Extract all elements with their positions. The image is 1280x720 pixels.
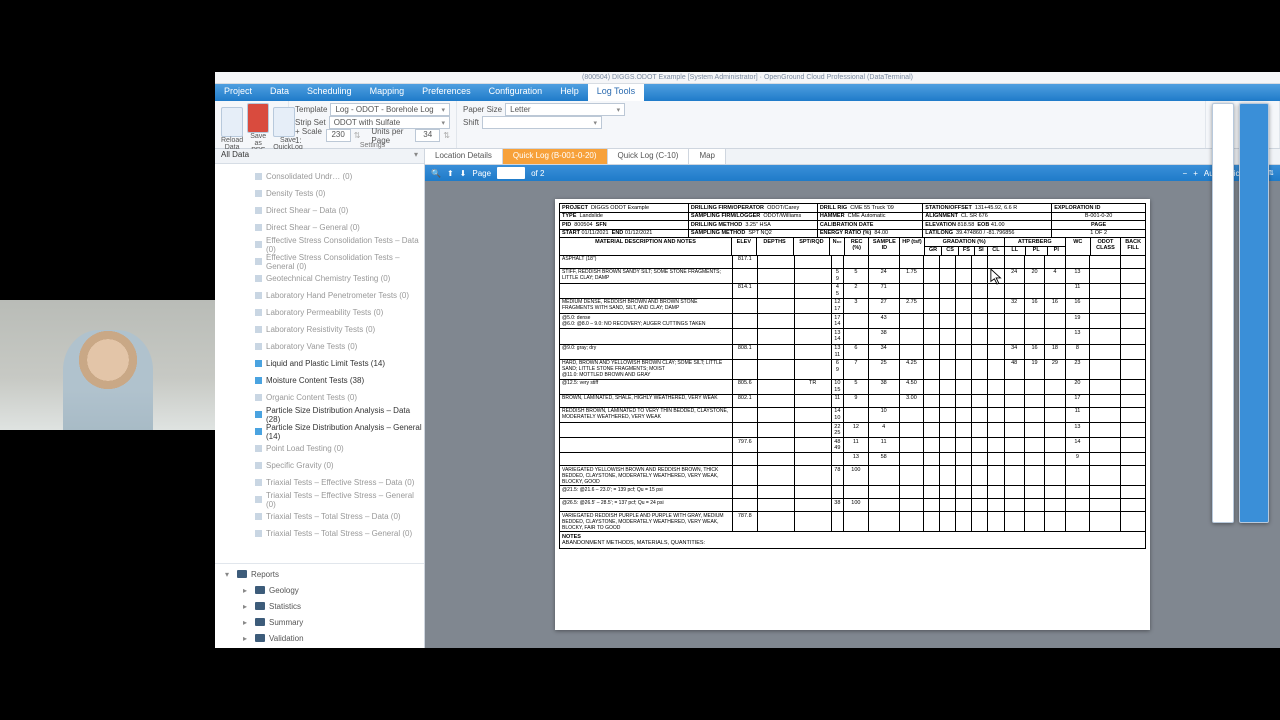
data-row: @5.0: dense@6.0: @8.0 – 9.0: NO RECOVERY… — [560, 314, 1146, 329]
search-icon[interactable]: 🔍 — [431, 169, 441, 178]
document-tabs: Location DetailsQuick Log (B-001-0-20)Qu… — [425, 149, 1280, 165]
zoom-out-icon[interactable]: − — [1183, 169, 1188, 178]
menu-project[interactable]: Project — [215, 84, 261, 101]
ribbon: Reload Data Save as PDF Save QuickLog Ac… — [215, 101, 1280, 149]
data-row: @21.5: @21.6 – 23.0'; = 139 pcf; Qu = 15… — [560, 486, 1146, 499]
page-of: of 2 — [531, 169, 544, 178]
menu-data[interactable]: Data — [261, 84, 298, 101]
shift-label: Shift — [463, 118, 479, 127]
menu-configuration[interactable]: Configuration — [480, 84, 552, 101]
tree-item[interactable]: Particle Size Distribution Analysis – Ge… — [255, 423, 424, 440]
left-panel-header: All Data — [221, 150, 249, 162]
notes-body: ABANDONMENT METHODS, MATERIALS, QUANTITI… — [562, 540, 1143, 546]
tree-item[interactable]: Triaxial Tests – Total Stress – Data (0) — [255, 508, 424, 525]
tab[interactable]: Quick Log (B-001-0-20) — [503, 149, 608, 164]
window-title: (800504) DIGGS.ODOT Example [System Admi… — [215, 72, 1280, 84]
log-page: PROJECT DIGGS ODOT Example DRILLING FIRM… — [555, 199, 1150, 630]
tree-item[interactable]: Specific Gravity (0) — [255, 457, 424, 474]
tree-item[interactable]: Laboratory Resistivity Tests (0) — [255, 321, 424, 338]
portrait-button[interactable] — [1212, 103, 1234, 523]
data-row: 22 2512413 — [560, 423, 1146, 438]
data-row: 13 143813 — [560, 329, 1146, 344]
units-input[interactable]: 34 — [415, 129, 440, 142]
data-row: @26.5: @26.5' – 28.5'; = 137 pcf; Qu = 2… — [560, 499, 1146, 512]
data-row: REDDISH BROWN, LAMINATED TO VERY THIN BE… — [560, 407, 1146, 422]
tree-item[interactable]: Particle Size Distribution Analysis – Da… — [255, 406, 424, 423]
data-row: 13589 — [560, 453, 1146, 466]
template-label: Template — [295, 105, 327, 114]
tree-item[interactable]: Liquid and Plastic Limit Tests (14) — [255, 355, 424, 372]
menu-preferences[interactable]: Preferences — [413, 84, 480, 101]
template-select[interactable]: Log - ODOT - Borehole Log▾ — [330, 103, 450, 116]
ribbon-group-settings: Settings — [295, 142, 450, 149]
menu-log-tools[interactable]: Log Tools — [588, 84, 644, 101]
webcam-overlay — [0, 300, 215, 430]
scale-input[interactable]: 230 — [326, 129, 351, 142]
data-row: MEDIUM DENSE, REDDISH BROWN AND BROWN ST… — [560, 298, 1146, 313]
reports-folder[interactable]: ▸Statistics — [225, 598, 424, 614]
left-panel: All Data ▾ Consolidated Undr… (0)Density … — [215, 149, 425, 648]
viewer-toolbar: 🔍 ⬆ ⬇ Page of 2 − + Automatic Zoom ⇅ — [425, 165, 1280, 181]
tree-item[interactable]: Direct Shear – General (0) — [255, 219, 424, 236]
reports-folder[interactable]: ▸Validation — [225, 630, 424, 646]
tree-item[interactable]: Consolidated Undr… (0) — [255, 168, 424, 185]
page-up-icon[interactable]: ⬆ — [447, 169, 454, 178]
menu-mapping[interactable]: Mapping — [361, 84, 414, 101]
papersize-label: Paper Size — [463, 105, 502, 114]
page-label: Page — [472, 169, 491, 178]
data-row: HARD, BROWN AND YELLOWISH BROWN CLAY; SO… — [560, 359, 1146, 379]
data-tree[interactable]: Consolidated Undr… (0)Density Tests (0)D… — [215, 164, 424, 563]
data-row: 797.648 49111114 — [560, 438, 1146, 453]
tree-item[interactable]: Effective Stress Consolidation Tests – D… — [255, 236, 424, 253]
reports-section: ▾Reports▸Geology▸Statistics▸Summary▸Vali… — [215, 563, 424, 648]
landscape-button[interactable] — [1239, 103, 1269, 523]
data-row: VARIEGATED REDDISH PURPLE AND PURPLE WIT… — [560, 512, 1146, 532]
tree-item[interactable]: Geotechnical Chemistry Testing (0) — [255, 270, 424, 287]
tree-item[interactable]: Density Tests (0) — [255, 185, 424, 202]
page-input[interactable] — [497, 167, 525, 179]
page-down-icon[interactable]: ⬇ — [460, 169, 467, 178]
tree-item[interactable]: Laboratory Hand Penetrometer Tests (0) — [255, 287, 424, 304]
data-row: ASPHALT (18")817.1 — [560, 255, 1146, 268]
tab[interactable]: Map — [689, 149, 726, 164]
zoom-in-icon[interactable]: + — [1193, 169, 1198, 178]
reports-folder[interactable]: ▸Summary — [225, 614, 424, 630]
tree-item[interactable]: Laboratory Permeability Tests (0) — [255, 304, 424, 321]
reports-header[interactable]: ▾Reports — [225, 566, 424, 582]
reload-icon[interactable] — [221, 107, 243, 137]
main-panel: Location DetailsQuick Log (B-001-0-20)Qu… — [425, 149, 1280, 648]
tab[interactable]: Location Details — [425, 149, 503, 164]
data-row: @12.5: very stiff805.6TR10 155384.5020 — [560, 379, 1146, 394]
tree-item[interactable]: Organic Content Tests (0) — [255, 389, 424, 406]
application-window: (800504) DIGGS.ODOT Example [System Admi… — [215, 72, 1280, 648]
data-row: @9.0: gray; dry808.113 116343416188 — [560, 344, 1146, 359]
papersize-select[interactable]: Letter▾ — [505, 103, 625, 116]
tree-item[interactable]: Effective Stress Consolidation Tests – G… — [255, 253, 424, 270]
panel-dropdown-icon[interactable]: ▾ — [414, 150, 418, 162]
tree-item[interactable]: Triaxial Tests – Effective Stress – Gene… — [255, 491, 424, 508]
menu-bar: ProjectDataSchedulingMappingPreferencesC… — [215, 84, 1280, 101]
tab[interactable]: Quick Log (C-10) — [608, 149, 690, 164]
tree-item[interactable]: Laboratory Vane Tests (0) — [255, 338, 424, 355]
data-row: BROWN, LAMINATED, SHALE, HIGHLY WEATHERE… — [560, 394, 1146, 407]
menu-scheduling[interactable]: Scheduling — [298, 84, 361, 101]
tree-item[interactable]: Moisture Content Tests (38) — [255, 372, 424, 389]
shift-select[interactable]: ▾ — [482, 116, 602, 129]
document-viewport[interactable]: PROJECT DIGGS ODOT Example DRILLING FIRM… — [425, 181, 1280, 648]
data-row: VARIEGATED YELLOWISH BROWN AND REDDISH B… — [560, 466, 1146, 486]
reports-folder[interactable]: ▸Geology — [225, 582, 424, 598]
tree-item[interactable]: Triaxial Tests – Effective Stress – Data… — [255, 474, 424, 491]
zoom-dropdown-icon[interactable]: ⇅ — [1268, 169, 1274, 177]
data-row: STIFF, REDDISH BROWN SANDY SILT; SOME ST… — [560, 268, 1146, 283]
tree-item[interactable]: Triaxial Tests – Total Stress – General … — [255, 525, 424, 542]
menu-help[interactable]: Help — [551, 84, 588, 101]
tree-item[interactable]: Point Load Testing (0) — [255, 440, 424, 457]
tree-item[interactable]: Direct Shear – Data (0) — [255, 202, 424, 219]
save-pdf-icon[interactable] — [247, 103, 269, 133]
data-row: 814.14 527111 — [560, 283, 1146, 298]
